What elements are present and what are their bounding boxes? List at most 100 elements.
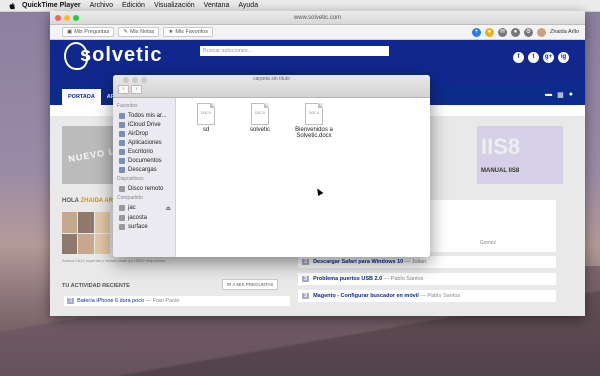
location-icon[interactable]: ● bbox=[569, 91, 573, 99]
file-type: DOCX bbox=[308, 111, 320, 115]
downloads-icon bbox=[119, 166, 125, 173]
site-toolbar: ▣ Mis Preguntas ✎ Mis Notas ★ Mis Favoritos… bbox=[50, 25, 585, 40]
computer-icon bbox=[119, 205, 125, 211]
banner-iis8[interactable]: IIS8 MANUAL IIS8 bbox=[477, 126, 563, 184]
add-icon[interactable]: + bbox=[471, 27, 481, 37]
apple-icon[interactable] bbox=[8, 2, 16, 10]
mis-preguntas-link-button[interactable]: IR A MIS PREGUNTAS bbox=[222, 279, 279, 290]
finder-close-button[interactable] bbox=[123, 77, 129, 83]
file-item[interactable]: DOCX sd bbox=[178, 103, 234, 133]
list-item[interactable]: 3 Magento - Configurar buscador en móvil … bbox=[298, 290, 556, 302]
docx-file-icon: DOCX bbox=[197, 103, 215, 125]
site-logo[interactable]: solvetic bbox=[66, 44, 162, 67]
activity-title-link[interactable]: Batería iPhone 6 dura poco bbox=[77, 298, 144, 304]
notifications-icon[interactable]: ● bbox=[510, 27, 520, 37]
finder-sidebar: Favoritos Todos mis ar... iCloud Drive A… bbox=[113, 98, 176, 257]
banner-right-small: MANUAL IIS8 bbox=[481, 168, 520, 174]
file-name: sd bbox=[202, 127, 210, 133]
sidebar-item-airdrop[interactable]: AirDrop bbox=[113, 129, 175, 138]
window-controls bbox=[55, 14, 79, 21]
finder-file-area: DOCX sd DOCX solvetic DOCX Bienvenidos a… bbox=[176, 98, 430, 257]
menu-ventana[interactable]: Ventana bbox=[204, 2, 230, 9]
list-item[interactable]: 3 Descargar Safari para Windows 10 — Juli… bbox=[298, 256, 556, 268]
users-caption: Somos 1612 expertos y hemos dado ya 1589… bbox=[62, 258, 166, 263]
list-item-title[interactable]: Problema puertos USB 2.0 bbox=[313, 276, 382, 282]
sidebar-item-label: surface bbox=[128, 223, 148, 230]
mis-preguntas-button[interactable]: ▣ Mis Preguntas bbox=[62, 27, 115, 37]
finder-zoom-button[interactable] bbox=[141, 77, 147, 83]
user-photo[interactable] bbox=[94, 233, 110, 254]
file-type: DOCX bbox=[200, 111, 212, 115]
settings-icon[interactable]: ⚙ bbox=[523, 27, 533, 37]
menu-app-name[interactable]: QuickTime Player bbox=[22, 2, 81, 9]
sidebar-item-label: jacosta bbox=[128, 214, 148, 221]
sidebar-item-label: AirDrop bbox=[128, 130, 149, 137]
file-item[interactable]: DOCX Bienvenidos a Solvetic.docx bbox=[286, 103, 342, 139]
user-photo[interactable] bbox=[62, 212, 78, 233]
sidebar-item-disco-remoto[interactable]: Disco remoto bbox=[113, 184, 175, 193]
all-files-icon bbox=[119, 112, 125, 119]
minimize-button[interactable] bbox=[64, 14, 70, 21]
calendar-icon[interactable]: ▦ bbox=[557, 91, 564, 99]
finder-minimize-button[interactable] bbox=[132, 77, 138, 83]
menu-visualizacion[interactable]: Visualización bbox=[154, 2, 195, 9]
sidebar-item-aplicaciones[interactable]: Aplicaciones bbox=[113, 138, 175, 147]
sidebar-item-label: Documentos bbox=[128, 157, 162, 164]
menu-edicion[interactable]: Edición bbox=[122, 2, 145, 9]
sidebar-item-jacosta[interactable]: jacosta bbox=[113, 213, 175, 222]
user-photo[interactable] bbox=[94, 212, 110, 233]
badge-icon[interactable]: ● bbox=[484, 27, 494, 37]
sidebar-item-descargas[interactable]: Descargas bbox=[113, 165, 175, 174]
cloud-icon bbox=[119, 121, 125, 128]
sidebar-item-label: Todos mis ar... bbox=[128, 112, 167, 119]
finder-nav-buttons: ‹ › bbox=[118, 85, 142, 94]
list-item-count: 3 bbox=[302, 293, 310, 299]
sidebar-item-label: Aplicaciones bbox=[128, 139, 162, 146]
activity-author: — Fran Paolo bbox=[145, 298, 180, 304]
menu-archivo[interactable]: Archivo bbox=[90, 2, 113, 9]
menu-ayuda[interactable]: Ayuda bbox=[238, 2, 258, 9]
sidebar-item-documentos[interactable]: Documentos bbox=[113, 156, 175, 165]
activity-row[interactable]: 3 Batería iPhone 6 dura poco — Fran Paolo bbox=[64, 296, 290, 306]
close-button[interactable] bbox=[55, 14, 61, 21]
airdrop-icon bbox=[119, 130, 125, 137]
toolbar-right: + ● ✉ ● ⚙ Zhaida Arllo bbox=[471, 27, 585, 37]
avatar[interactable] bbox=[536, 27, 546, 37]
address-bar[interactable]: www.solvetic.com bbox=[294, 15, 341, 21]
list-item-count: 3 bbox=[302, 276, 310, 282]
sidebar-item-label: Escritorio bbox=[128, 148, 154, 155]
sidebar-item-escritorio[interactable]: Escritorio bbox=[113, 147, 175, 156]
eject-icon[interactable]: ⏏ bbox=[165, 205, 171, 212]
folder-icon[interactable]: ▬ bbox=[545, 91, 552, 99]
back-arrow-icon[interactable]: ‹ bbox=[118, 85, 129, 94]
list-item-count: 3 bbox=[302, 259, 310, 265]
twitter-icon[interactable]: t bbox=[528, 52, 539, 63]
user-photo[interactable] bbox=[78, 233, 94, 254]
user-name[interactable]: Zhaida Arllo bbox=[550, 29, 579, 35]
list-item[interactable]: 3 Problema puertos USB 2.0 — Pablo Santos bbox=[298, 273, 556, 285]
forward-arrow-icon[interactable]: › bbox=[131, 85, 142, 94]
activity-title: TU ACTIVIDAD RECIENTE bbox=[62, 283, 130, 289]
mis-notas-button[interactable]: ✎ Mis Notas bbox=[118, 27, 160, 37]
sidebar-item-icloud[interactable]: iCloud Drive bbox=[113, 120, 175, 129]
mis-favoritos-button[interactable]: ★ Mis Favoritos bbox=[163, 27, 214, 37]
list-item-title[interactable]: Descargar Safari para Windows 10 bbox=[313, 259, 403, 265]
google-plus-icon[interactable]: g+ bbox=[543, 52, 554, 63]
banner-right-big: IIS8 bbox=[481, 134, 521, 159]
user-photo[interactable] bbox=[62, 233, 78, 254]
messages-icon[interactable]: ✉ bbox=[497, 27, 507, 37]
tab-portada[interactable]: PORTADA bbox=[62, 89, 101, 105]
zoom-button[interactable] bbox=[73, 14, 79, 21]
sidebar-item-jac[interactable]: jac ⏏ bbox=[113, 203, 175, 213]
facebook-icon[interactable]: f bbox=[513, 52, 524, 63]
search-input[interactable]: Buscar soluciones... bbox=[200, 46, 389, 56]
list-item-title[interactable]: Magento - Configurar buscador en móvil bbox=[313, 293, 419, 299]
sidebar-item-todos[interactable]: Todos mis ar... bbox=[113, 111, 175, 120]
file-name: solvetic bbox=[249, 127, 270, 133]
file-item[interactable]: DOCX solvetic bbox=[232, 103, 288, 133]
sidebar-item-label: Descargas bbox=[128, 166, 157, 173]
computer-icon bbox=[119, 214, 125, 221]
user-photo[interactable] bbox=[78, 212, 94, 233]
instagram-icon[interactable]: ig bbox=[558, 52, 569, 63]
sidebar-item-surface[interactable]: surface bbox=[113, 222, 175, 231]
